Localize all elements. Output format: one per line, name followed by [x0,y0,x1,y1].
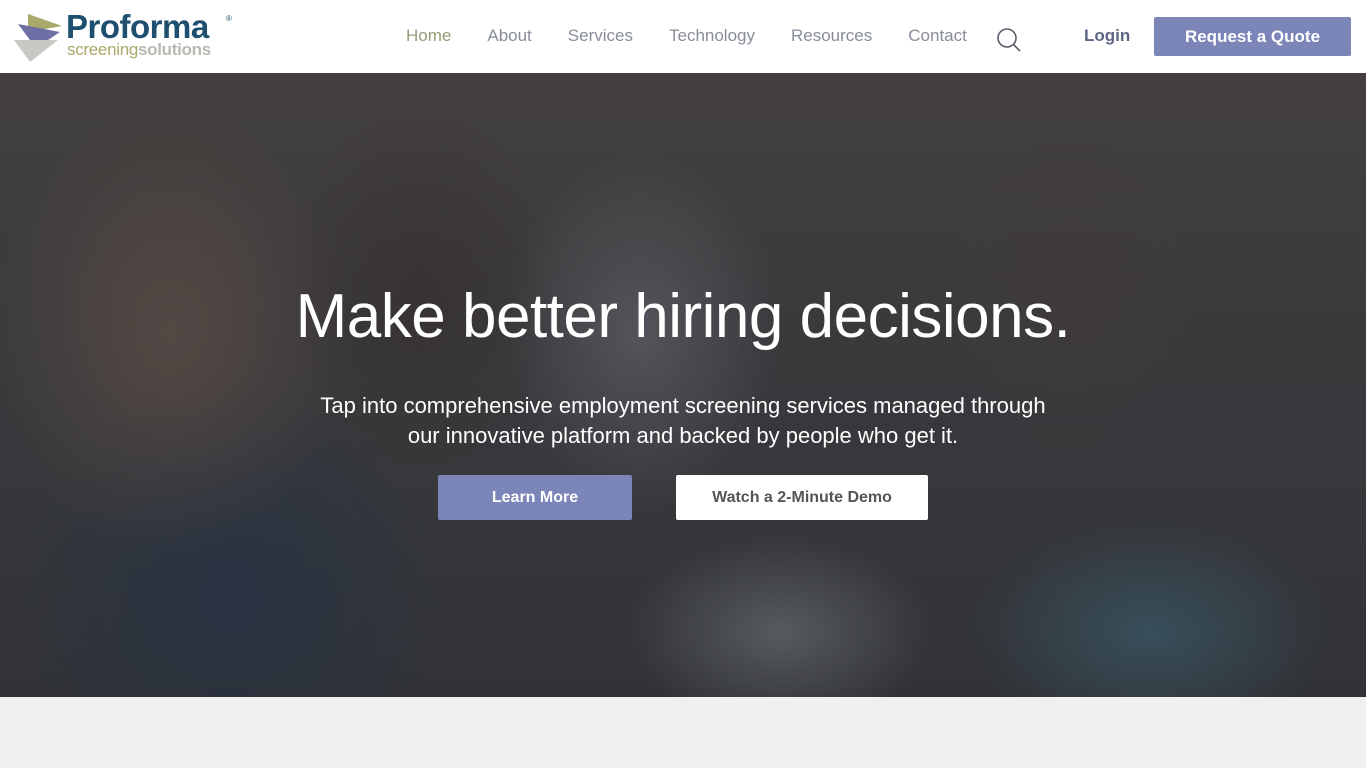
watch-demo-button[interactable]: Watch a 2-Minute Demo [676,475,928,520]
hero-section: Make better hiring decisions. Tap into c… [0,73,1366,697]
hero-subtitle-line-1: Tap into comprehensive employment screen… [320,393,1046,418]
next-section [0,697,1366,768]
logo-tagline-light: screening [67,40,139,59]
hero-subtitle-line-2: our innovative platform and backed by pe… [407,423,959,448]
hero-title: Make better hiring decisions. [295,282,1071,351]
nav-item-contact[interactable]: Contact [908,26,967,48]
brand-logo[interactable]: Proforma ® screeningsolutions [14,8,239,64]
registered-mark: ® [226,14,232,23]
nav-item-about[interactable]: About [487,26,531,48]
main-nav: Home About Services Technology Resources… [406,26,1003,48]
logo-tagline: screeningsolutions [67,40,211,60]
nav-item-services[interactable]: Services [568,26,633,48]
nav-item-technology[interactable]: Technology [669,26,755,48]
logo-mark-icon [14,14,62,62]
hero-content: Make better hiring decisions. Tap into c… [0,73,1366,697]
login-link[interactable]: Login [1084,26,1130,46]
hero-subtitle: Tap into comprehensive employment screen… [0,391,1366,451]
logo-tagline-bold: solutions [138,40,211,59]
site-header: Proforma ® screeningsolutions Home About… [0,0,1366,73]
learn-more-button[interactable]: Learn More [438,475,632,520]
nav-item-home[interactable]: Home [406,26,451,48]
search-icon[interactable] [996,27,1022,53]
request-quote-button[interactable]: Request a Quote [1154,17,1351,56]
nav-item-resources[interactable]: Resources [791,26,872,48]
